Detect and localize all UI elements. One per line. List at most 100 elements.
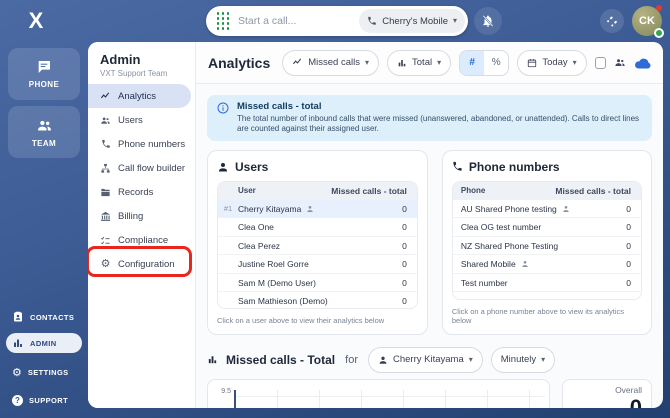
percent-toggle-option[interactable]: % (484, 51, 508, 75)
chart-interval-dropdown[interactable]: Minutely (490, 346, 556, 373)
analytics-content: Missed calls - total The total number of… (196, 84, 663, 408)
overall-summary-card: Overall → 0 (562, 378, 652, 408)
date-range-value: Today (542, 57, 568, 68)
phones-table-header: Phone Missed calls - total (452, 181, 641, 200)
admin-menu-label: Billing (118, 210, 144, 222)
user-avatar[interactable]: CK (632, 5, 664, 38)
metric-dropdown-value: Missed calls (308, 57, 360, 68)
phone-name: Test number (460, 277, 508, 288)
call-search-bar[interactable]: Start a call... Cherry's Mobile (206, 6, 468, 36)
admin-menu-call-flow-builder[interactable]: Call flow builder (88, 156, 191, 180)
info-icon (217, 102, 229, 114)
flow-icon (100, 163, 111, 174)
line-chart-icon (293, 58, 302, 65)
admin-menu-label: Analytics (118, 90, 157, 102)
phone-row[interactable]: Test number 0 (452, 273, 641, 293)
device-selector[interactable]: Cherry's Mobile (359, 9, 465, 33)
nav-settings[interactable]: SETTINGS (6, 359, 82, 385)
metric-info-banner: Missed calls - total The total number of… (207, 95, 652, 141)
banner-title: Missed calls - total (237, 101, 322, 112)
nav-support[interactable]: SUPPORT (6, 391, 82, 410)
dots-menu-button[interactable] (600, 9, 624, 33)
users-footnote: Click on a user above to view their anal… (217, 315, 385, 325)
count-percent-toggle: # % (459, 49, 510, 76)
phone-missed-calls: 0 (626, 203, 631, 214)
user-row[interactable]: #1 Cherry Kitayama 0 (218, 199, 417, 219)
phones-footnote: Click on a phone number above to view it… (451, 306, 625, 325)
admin-menu-phone-numbers[interactable]: Phone numbers (88, 132, 191, 156)
bar-chart-icon (14, 339, 22, 347)
phone-row[interactable]: Shared Mobile 0 (452, 255, 641, 274)
assigned-user-icon (522, 261, 528, 268)
aggregation-dropdown[interactable]: Total (387, 49, 452, 76)
user-row[interactable]: Clea Perez 0 (218, 236, 417, 256)
bank-icon (100, 211, 111, 222)
notifications-muted-button[interactable] (474, 7, 502, 35)
date-range-dropdown[interactable]: Today (517, 49, 587, 76)
cloud-download-icon (635, 58, 651, 69)
phone-name: NZ Shared Phone Testing (460, 240, 559, 251)
user-name: Justine Roel Gorre (238, 259, 309, 270)
page-title: Analytics (208, 54, 271, 71)
gear-icon (100, 259, 111, 270)
assigned-user-icon (563, 205, 569, 212)
users-panel: Users User Missed calls - total #1 Cherr… (207, 149, 428, 335)
missed-calls-chart: 9.5 8 6.5 (207, 378, 550, 408)
user-row[interactable]: Sam Mathieson (Demo) 0 (218, 292, 417, 308)
admin-menu-users[interactable]: Users (88, 108, 191, 132)
metric-dropdown[interactable]: Missed calls (282, 49, 380, 76)
phone-missed-calls: 0 (626, 277, 631, 288)
phone-row[interactable]: NZ Shared Phone Testing 0 (452, 236, 641, 256)
admin-menu-billing[interactable]: Billing (88, 204, 191, 228)
chart-section-header: Missed calls - Total for Cherry Kitayama… (207, 346, 652, 373)
nav-admin[interactable]: ADMIN (6, 333, 82, 353)
chat-icon (38, 61, 50, 73)
chevron-down-icon (453, 17, 457, 25)
user-name: Cherry Kitayama (238, 203, 302, 214)
admin-menu-analytics[interactable]: Analytics (88, 84, 191, 108)
phone-icon (368, 16, 377, 25)
chart-user-dropdown[interactable]: Cherry Kitayama (368, 346, 483, 373)
compare-checkbox[interactable] (594, 56, 606, 69)
user-row[interactable]: Justine Roel Gorre 0 (218, 255, 417, 274)
admin-panel-title: Admin (100, 52, 141, 67)
admin-menu-label: Users (118, 114, 143, 126)
chart-y-axis: 9.5 8 6.5 (214, 386, 234, 408)
user-row[interactable]: Sam M (Demo User) 0 (218, 273, 417, 293)
online-status-dot (654, 28, 664, 38)
user-name: Sam M (Demo User) (238, 277, 316, 288)
chart-user-value: Cherry Kitayama (393, 354, 464, 366)
admin-menu-compliance[interactable]: Compliance (88, 228, 191, 252)
user-row[interactable]: Clea One 0 (218, 218, 417, 237)
export-button[interactable] (634, 56, 651, 69)
admin-menu-configuration[interactable]: Configuration (88, 252, 191, 276)
bar-chart-icon (208, 356, 217, 364)
team-filter-icon[interactable] (614, 56, 626, 69)
nav-phone[interactable]: PHONE (8, 48, 80, 100)
device-name: Cherry's Mobile (382, 15, 448, 27)
phone-name: Shared Mobile (460, 259, 516, 270)
phone-row[interactable]: AU Shared Phone testing 0 (452, 199, 641, 219)
banner-description: The total number of inbound calls that w… (237, 114, 640, 134)
users-table: User Missed calls - total #1 Cherry Kita… (217, 180, 418, 309)
admin-menu-label: Call flow builder (118, 162, 186, 174)
phone-icon (100, 139, 111, 149)
aggregation-dropdown-value: Total (412, 57, 433, 68)
user-missed-calls: 0 (402, 240, 407, 251)
phone-row[interactable]: Clea OG test number 0 (452, 218, 641, 237)
vxt-logo[interactable]: X (24, 9, 48, 33)
help-icon (12, 395, 23, 406)
count-toggle-option[interactable]: # (460, 50, 485, 75)
nav-support-label: SUPPORT (29, 396, 69, 405)
line-chart-icon (100, 91, 111, 102)
admin-sidebar: Admin VXT Support Team Analytics Users P… (88, 42, 196, 408)
nav-contacts[interactable]: CONTACTS (6, 307, 82, 327)
user-missed-calls: 0 (402, 259, 407, 270)
person-icon (219, 162, 227, 172)
user-name: Clea One (238, 222, 274, 233)
nav-phone-label: PHONE (28, 80, 60, 89)
col-phone: Phone (460, 186, 486, 196)
nav-team[interactable]: TEAM (8, 106, 80, 158)
admin-menu-records[interactable]: Records (88, 180, 191, 204)
admin-menu-label: Configuration (118, 258, 175, 270)
